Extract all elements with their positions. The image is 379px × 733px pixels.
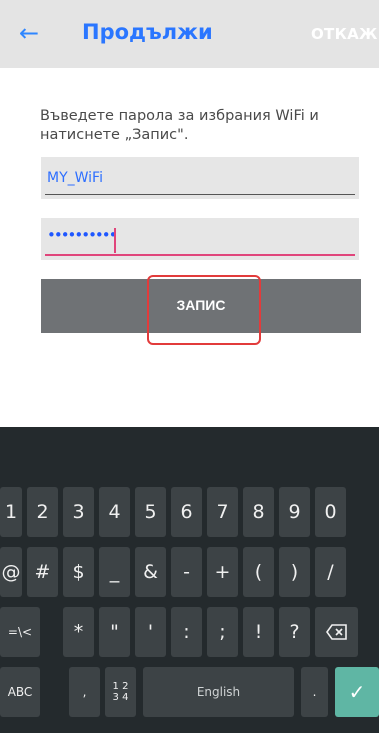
- space-key[interactable]: English: [143, 667, 294, 717]
- key-question[interactable]: ?: [279, 607, 310, 657]
- instructions-text: Въведете парола за избрания WiFi и натис…: [40, 108, 319, 143]
- password-field[interactable]: ••••••••••: [41, 218, 359, 260]
- password-dots: ••••••••••: [47, 226, 117, 244]
- key-minus[interactable]: -: [171, 547, 202, 597]
- key-8[interactable]: 8: [243, 487, 274, 537]
- app-bar: ← Продължи ОТКАЖИ: [0, 0, 379, 68]
- field-underline: [45, 194, 355, 195]
- highlight-box: [147, 275, 261, 345]
- key-plus[interactable]: +: [207, 547, 238, 597]
- key-colon[interactable]: :: [171, 607, 202, 657]
- key-period[interactable]: .: [301, 667, 328, 717]
- key-9[interactable]: 9: [279, 487, 310, 537]
- backspace-key[interactable]: [315, 607, 358, 657]
- key-7[interactable]: 7: [207, 487, 238, 537]
- key-more-symbols[interactable]: =\<: [0, 607, 40, 657]
- key-slash[interactable]: /: [315, 547, 346, 597]
- key-hash[interactable]: #: [27, 547, 58, 597]
- key-comma[interactable]: ,: [69, 667, 100, 717]
- key-1[interactable]: 1: [0, 487, 22, 537]
- key-abc[interactable]: ABC: [0, 667, 40, 717]
- key-3[interactable]: 3: [63, 487, 94, 537]
- text-cursor: [114, 228, 116, 253]
- check-icon: ✓: [348, 680, 366, 704]
- key-underscore[interactable]: _: [99, 547, 130, 597]
- key-2[interactable]: 2: [27, 487, 58, 537]
- key-5[interactable]: 5: [135, 487, 166, 537]
- backspace-icon: [325, 624, 347, 640]
- enter-key[interactable]: ✓: [335, 667, 379, 717]
- key-numpad[interactable]: 1 2 3 4: [105, 667, 136, 717]
- key-semicolon[interactable]: ;: [207, 607, 238, 657]
- key-asterisk[interactable]: *: [63, 607, 94, 657]
- key-ampersand[interactable]: &: [135, 547, 166, 597]
- continue-title[interactable]: Продължи: [82, 20, 213, 44]
- key-open-paren[interactable]: (: [243, 547, 274, 597]
- key-at[interactable]: @: [0, 547, 22, 597]
- keyboard: 1 2 3 4 5 6 7 8 9 0 @ # $ _ & - + ( ) / …: [0, 427, 379, 733]
- wifi-name-value: MY_WiFi: [47, 170, 103, 186]
- field-underline-active: [45, 254, 355, 256]
- cancel-button[interactable]: ОТКАЖИ: [311, 25, 379, 43]
- numpad-top: 1 2: [112, 681, 129, 692]
- key-dollar[interactable]: $: [63, 547, 94, 597]
- key-0[interactable]: 0: [315, 487, 346, 537]
- numpad-bottom: 3 4: [112, 692, 129, 703]
- wifi-name-field[interactable]: MY_WiFi: [41, 157, 359, 199]
- key-close-paren[interactable]: ): [279, 547, 310, 597]
- key-6[interactable]: 6: [171, 487, 202, 537]
- key-4[interactable]: 4: [99, 487, 130, 537]
- key-single-quote[interactable]: ': [135, 607, 166, 657]
- key-double-quote[interactable]: ": [99, 607, 130, 657]
- key-exclamation[interactable]: !: [243, 607, 274, 657]
- back-arrow-icon[interactable]: ←: [14, 18, 44, 48]
